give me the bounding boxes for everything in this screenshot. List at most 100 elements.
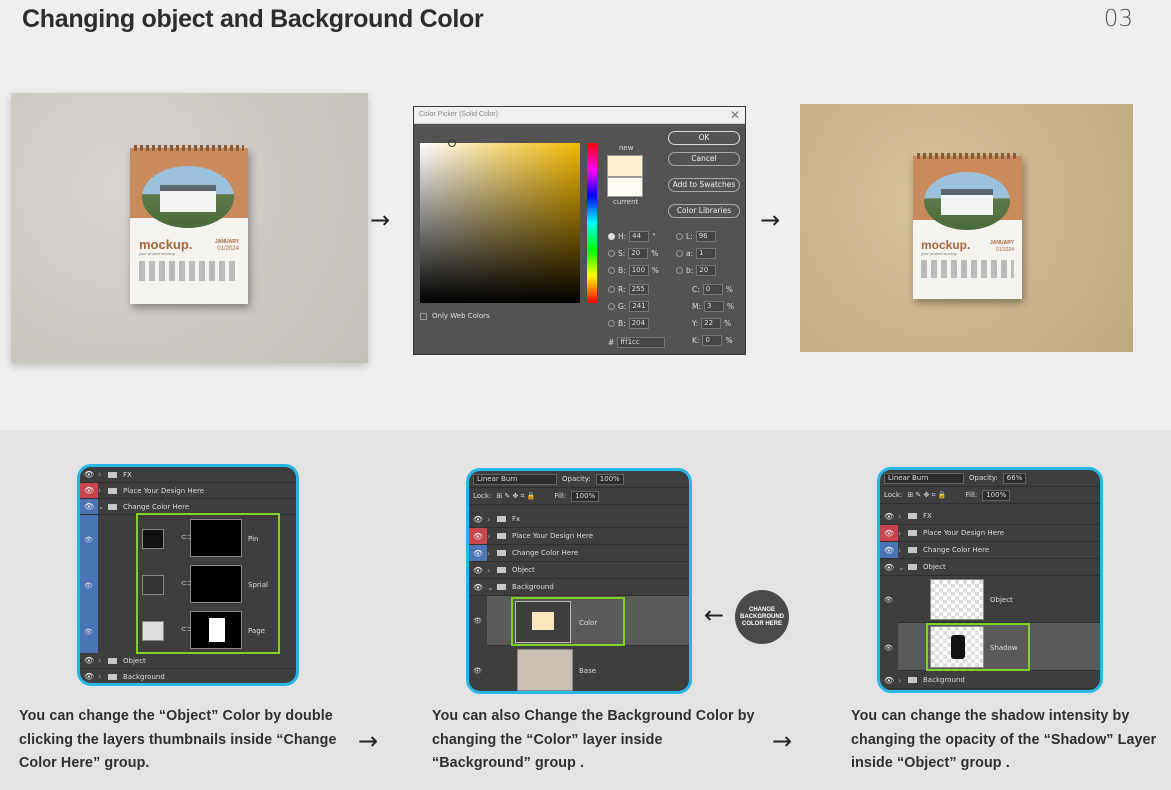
layer-object[interactable]: 👁 › Object [80,653,296,669]
object-thumbnail[interactable] [930,579,984,620]
r-field[interactable]: R: 255 [608,284,649,295]
lock-icons[interactable]: ⊞ ✎ ✥ ⌗ 🔒 [907,491,946,500]
layer-background[interactable]: 👁 › Background [880,672,1100,689]
before-mockup-image: mockup. your project mockup JANUARY 01/2… [11,93,368,363]
layer-fx[interactable]: 👁 › FX [80,467,296,483]
calendar-photo [142,166,234,228]
calendar-mockup: mockup. your project mockup JANUARY 01/2… [913,153,1022,299]
eye-icon[interactable]: 👁 [80,669,98,683]
cancel-button[interactable]: Cancel [668,152,740,166]
new-color-swatch [607,155,643,177]
a-field[interactable]: a: 1 [676,248,717,259]
opacity-input[interactable]: 100% [595,473,624,485]
eye-icon[interactable]: 👁 [884,644,893,652]
eye-icon[interactable]: 👁 [473,667,482,675]
eye-icon[interactable]: 👁 [84,628,93,636]
calendar-photo [924,172,1010,230]
caption-background-color: You can also Change the Background Color… [432,708,755,771]
s-field[interactable]: S: 20% [608,248,658,259]
layer-background[interactable]: 👁 › Background [80,669,296,683]
eye-icon[interactable]: 👁 [469,545,487,561]
page-number: 03 [1103,6,1133,32]
calendar-rings [134,145,244,151]
hex-field[interactable]: # fff1cc [608,337,666,348]
folder-icon [908,677,917,683]
color-picker-dialog: Color Picker (Solid Color) ✕ new current… [413,106,746,355]
highlight-box [926,623,1030,671]
layer-place-your-design[interactable]: 👁 › Place Your Design Here [469,528,689,545]
layer-object-group[interactable]: 👁 ⌄ Object [880,559,1100,576]
only-web-colors-checkbox[interactable] [420,313,427,320]
eye-icon[interactable]: 👁 [473,617,482,625]
arrow-right-icon: → [370,206,391,234]
base-thumbnail[interactable] [517,649,573,691]
fill-input[interactable]: 100% [571,490,600,502]
calendar-date-grid [139,261,239,281]
layer-object[interactable]: 👁 › Object [469,562,689,579]
layer-place-your-design[interactable]: 👁 › Place Your Design Here [80,483,296,499]
lab-b-field[interactable]: b: 20 [676,265,717,276]
arrow-right-icon: → [358,727,379,755]
eye-icon[interactable]: 👁 [884,596,893,604]
layer-background[interactable]: 👁 ⌄ Background [469,579,689,596]
k-field[interactable]: K: 0% [692,335,733,346]
eye-icon[interactable]: 👁 [469,511,487,527]
eye-icon[interactable]: 👁 [880,672,898,688]
lock-icons[interactable]: ⊞ ✎ ✥ ⌗ 🔒 [496,492,535,501]
close-icon[interactable]: ✕ [730,108,740,122]
eye-icon[interactable]: 👁 [84,536,93,544]
calendar-brand: mockup. [139,237,193,252]
fill-input[interactable]: 100% [982,489,1011,501]
m-field[interactable]: M: 3% [692,301,734,312]
arrow-right-icon: → [760,206,781,234]
calendar-mockup: mockup. your project mockup JANUARY 01/2… [130,145,248,304]
folder-icon [108,673,117,680]
eye-icon[interactable]: 👁 [469,562,487,578]
folder-icon [108,657,117,664]
eye-icon[interactable]: 👁 [880,559,898,575]
layer-fx[interactable]: 👁 › FX [880,508,1100,525]
current-color-swatch[interactable] [607,177,643,197]
eye-icon[interactable]: 👁 [469,579,487,595]
calendar-date-grid [921,260,1014,278]
g-field[interactable]: G: 241 [608,301,650,312]
add-to-swatches-button[interactable]: Add to Swatches [668,178,740,192]
eye-icon[interactable]: 👁 [880,542,898,558]
eye-icon[interactable]: 👁 [80,483,98,498]
l-field[interactable]: L: 96 [676,231,716,242]
color-libraries-button[interactable]: Color Libraries [668,204,740,218]
highlight-box [511,597,625,646]
blend-mode-select[interactable]: Linear Burn [884,472,964,484]
eye-icon[interactable]: 👁 [469,528,487,544]
caption-object-color: You can change the “Object” Color by dou… [19,708,337,771]
layer-change-color-here[interactable]: 👁 › Change Color Here [880,542,1100,559]
calendar-brand: mockup. [921,238,971,252]
eye-icon[interactable]: 👁 [84,582,93,590]
ok-button[interactable]: OK [668,131,740,145]
hue-slider[interactable] [587,143,597,303]
y-field[interactable]: Y: 22% [692,318,731,329]
eye-icon[interactable]: 👁 [80,467,98,482]
layer-change-color-here[interactable]: 👁 › Change Color Here [469,545,689,562]
layer-fx[interactable]: 👁 › Fx [469,511,689,528]
page-title: Changing object and Background Color [22,5,484,33]
folder-icon [908,547,917,553]
color-field[interactable] [420,139,580,303]
eye-icon[interactable]: 👁 [80,499,98,514]
folder-icon [497,516,506,522]
arrow-left-icon: ← [704,601,725,629]
layer-place-your-design[interactable]: 👁 › Place Your Design Here [880,525,1100,542]
eye-icon[interactable]: 👁 [880,525,898,541]
opacity-input[interactable]: 66% [1002,472,1027,484]
folder-open-icon [497,584,506,590]
folder-icon [497,550,506,556]
eye-icon[interactable]: 👁 [880,508,898,524]
blue-field[interactable]: B: 204 [608,318,649,329]
b-field[interactable]: B: 100% [608,265,659,276]
blend-mode-select[interactable]: Linear Burn [473,473,557,485]
color-cursor[interactable] [448,139,456,147]
eye-icon[interactable]: 👁 [80,653,98,668]
change-background-badge: CHANGE BACKGROUND COLOR HERE [735,590,789,644]
c-field[interactable]: C: 0% [692,284,733,295]
h-field[interactable]: H: 44 ° [608,231,656,242]
